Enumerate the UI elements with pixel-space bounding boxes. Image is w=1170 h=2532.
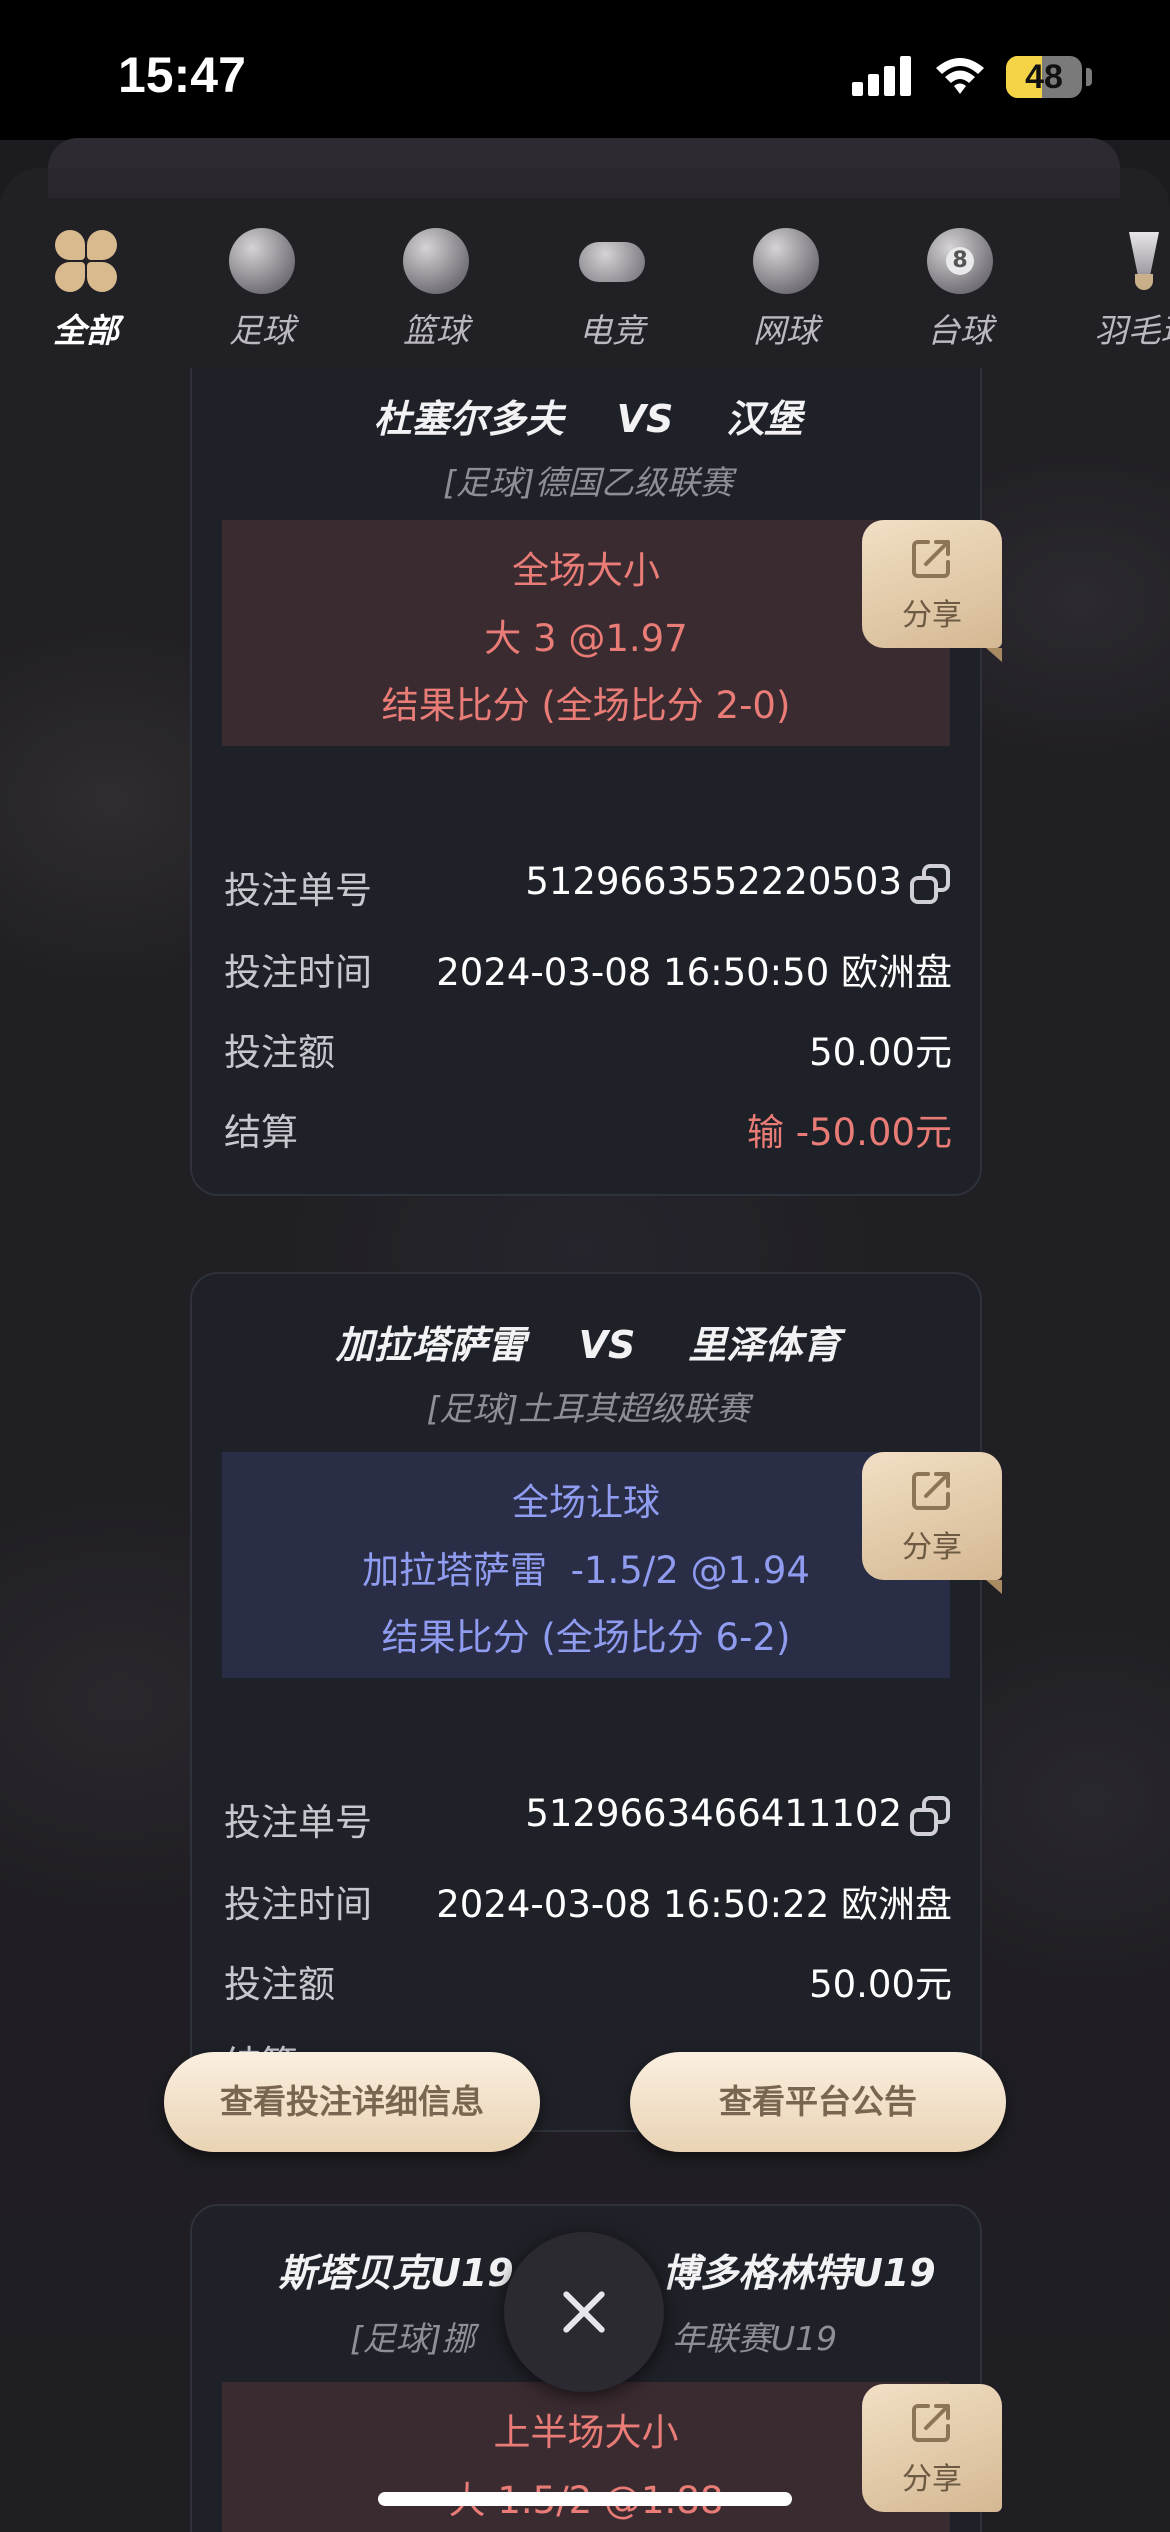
- wifi-icon: [936, 58, 984, 94]
- settle-value: 输 -50.00元: [746, 1111, 952, 1154]
- tab-label: 全部: [53, 311, 119, 350]
- bet-no-text: 5129663466411102: [525, 1792, 902, 1835]
- bet-amount-value: 50.00元: [809, 1031, 952, 1074]
- basketball-icon: [403, 228, 469, 294]
- shuttlecock-icon: [1111, 228, 1170, 294]
- match-team-home: 斯塔贝克U19: [278, 2251, 514, 2295]
- market-type: 上半场大小: [493, 2411, 679, 2454]
- share-button[interactable]: 分享: [862, 1452, 1002, 1594]
- bet-selection-box: 全场大小 大 3 @1.97 结果比分 (全场比分 2-0): [222, 520, 950, 746]
- bet-time-row: 投注时间 2024-03-08 16:50:50 欧洲盘: [224, 942, 952, 994]
- bet-amount-row: 投注额 50.00元: [224, 1954, 952, 2006]
- bet-amount-value: 50.00元: [809, 1963, 952, 2006]
- bet-time-value: 2024-03-08 16:50:22 欧洲盘: [436, 1883, 952, 1926]
- battery-icon: 48: [1006, 56, 1082, 98]
- bet-no-row: 投注单号 5129663552220503: [224, 860, 952, 912]
- match-title: 加拉塔萨雷 VS 里泽体育: [335, 1323, 841, 1367]
- bet-no-label: 投注单号: [224, 869, 372, 912]
- tab-billiards[interactable]: 8 台球: [890, 228, 1030, 352]
- bet-no-text: 5129663552220503: [525, 860, 902, 903]
- tab-badminton[interactable]: 羽毛球: [1064, 228, 1170, 352]
- cellular-signal-icon: [852, 56, 912, 96]
- tab-label: 台球: [927, 311, 993, 350]
- tab-esports[interactable]: 电竞: [542, 228, 682, 352]
- copy-icon[interactable]: [908, 862, 952, 906]
- bet-selection-box: 全场让球 加拉塔萨雷 -1.5/2 @1.94 结果比分 (全场比分 6-2): [222, 1452, 950, 1678]
- sport-tab-bar: 全部 足球 篮球 电竞 网球 8 台球 羽毛球: [0, 168, 1170, 368]
- match-title: 杜塞尔多夫 VS 汉堡: [373, 397, 803, 441]
- bet-time-row: 投注时间 2024-03-08 16:50:22 欧洲盘: [224, 1874, 952, 1926]
- home-indicator[interactable]: [378, 2492, 792, 2506]
- result-score: 结果比分 (全场比分 2-0): [381, 684, 791, 727]
- share-label: 分享: [902, 2462, 962, 2497]
- battery-level: 48: [1025, 58, 1063, 96]
- tab-label: 网球: [753, 311, 819, 350]
- view-bet-details-button[interactable]: 查看投注详细信息: [164, 2052, 540, 2152]
- bet-time-label: 投注时间: [224, 951, 372, 994]
- league-name-end: 年联赛U19: [672, 2319, 838, 2358]
- tab-label: 羽毛球: [1094, 311, 1170, 350]
- bet-amount-label: 投注额: [224, 1963, 335, 2006]
- bet-selection: 大 3 @1.97: [484, 617, 688, 660]
- share-label: 分享: [902, 598, 962, 633]
- result-score: 结果比分 (全场比分 6-2): [381, 1616, 791, 1659]
- bet-time-label: 投注时间: [224, 1883, 372, 1926]
- close-button[interactable]: [504, 2232, 664, 2392]
- share-icon: [912, 1472, 950, 1510]
- share-icon: [912, 540, 950, 578]
- league-name: [足球]德国乙级联赛: [443, 463, 733, 502]
- bet-no-row: 投注单号 5129663466411102: [224, 1792, 952, 1844]
- status-time: 15:47: [118, 47, 246, 103]
- bet-amount-label: 投注额: [224, 1031, 335, 1074]
- billiard-ball-icon: 8: [927, 228, 993, 294]
- bet-selection: 加拉塔萨雷 -1.5/2 @1.94: [362, 1549, 810, 1592]
- match-team-away: 博多格林特U19: [662, 2251, 936, 2295]
- market-type: 全场大小: [512, 549, 660, 592]
- bet-amount-row: 投注额 50.00元: [224, 1022, 952, 1074]
- share-label: 分享: [902, 1530, 962, 1565]
- league-name: [足球]土耳其超级联赛: [426, 1389, 750, 1428]
- league-name-start: [足球]挪: [350, 2319, 475, 2358]
- tab-label: 足球: [229, 311, 295, 350]
- share-button[interactable]: 分享: [862, 2384, 1002, 2512]
- bet-no-value: 5129663466411102: [525, 1792, 952, 1838]
- share-icon: [912, 2404, 950, 2442]
- bet-selection-box: 上半场大小 大 1.5/2 @1.88: [222, 2382, 950, 2532]
- football-icon: [229, 228, 295, 294]
- bet-no-label: 投注单号: [224, 1801, 372, 1844]
- tab-football[interactable]: 足球: [192, 228, 332, 352]
- settle-label: 结算: [224, 1111, 298, 1154]
- view-platform-notice-button[interactable]: 查看平台公告: [630, 2052, 1006, 2152]
- tennis-ball-icon: [753, 228, 819, 294]
- battery-tip: [1086, 68, 1092, 86]
- all-clover-icon: [53, 228, 119, 294]
- share-button[interactable]: 分享: [862, 520, 1002, 662]
- status-bar: 15:47 48: [0, 0, 1170, 140]
- tab-label: 电竞: [579, 311, 645, 350]
- bet-time-value: 2024-03-08 16:50:50 欧洲盘: [436, 951, 952, 994]
- tab-tennis[interactable]: 网球: [716, 228, 856, 352]
- bet-card: 加拉塔萨雷 VS 里泽体育 [足球]土耳其超级联赛 全场让球 加拉塔萨雷 -1.…: [190, 1272, 982, 2132]
- market-type: 全场让球: [512, 1481, 660, 1524]
- gamepad-icon: [579, 228, 645, 294]
- tab-label: 篮球: [403, 311, 469, 350]
- tab-all[interactable]: 全部: [16, 228, 156, 352]
- settle-row: 结算 输 -50.00元: [224, 1102, 952, 1154]
- tab-basketball[interactable]: 篮球: [366, 228, 506, 352]
- bet-no-value: 5129663552220503: [525, 860, 952, 906]
- bet-card: 杜塞尔多夫 VS 汉堡 [足球]德国乙级联赛 全场大小 大 3 @1.97 结果…: [190, 368, 982, 1196]
- copy-icon[interactable]: [908, 1794, 952, 1838]
